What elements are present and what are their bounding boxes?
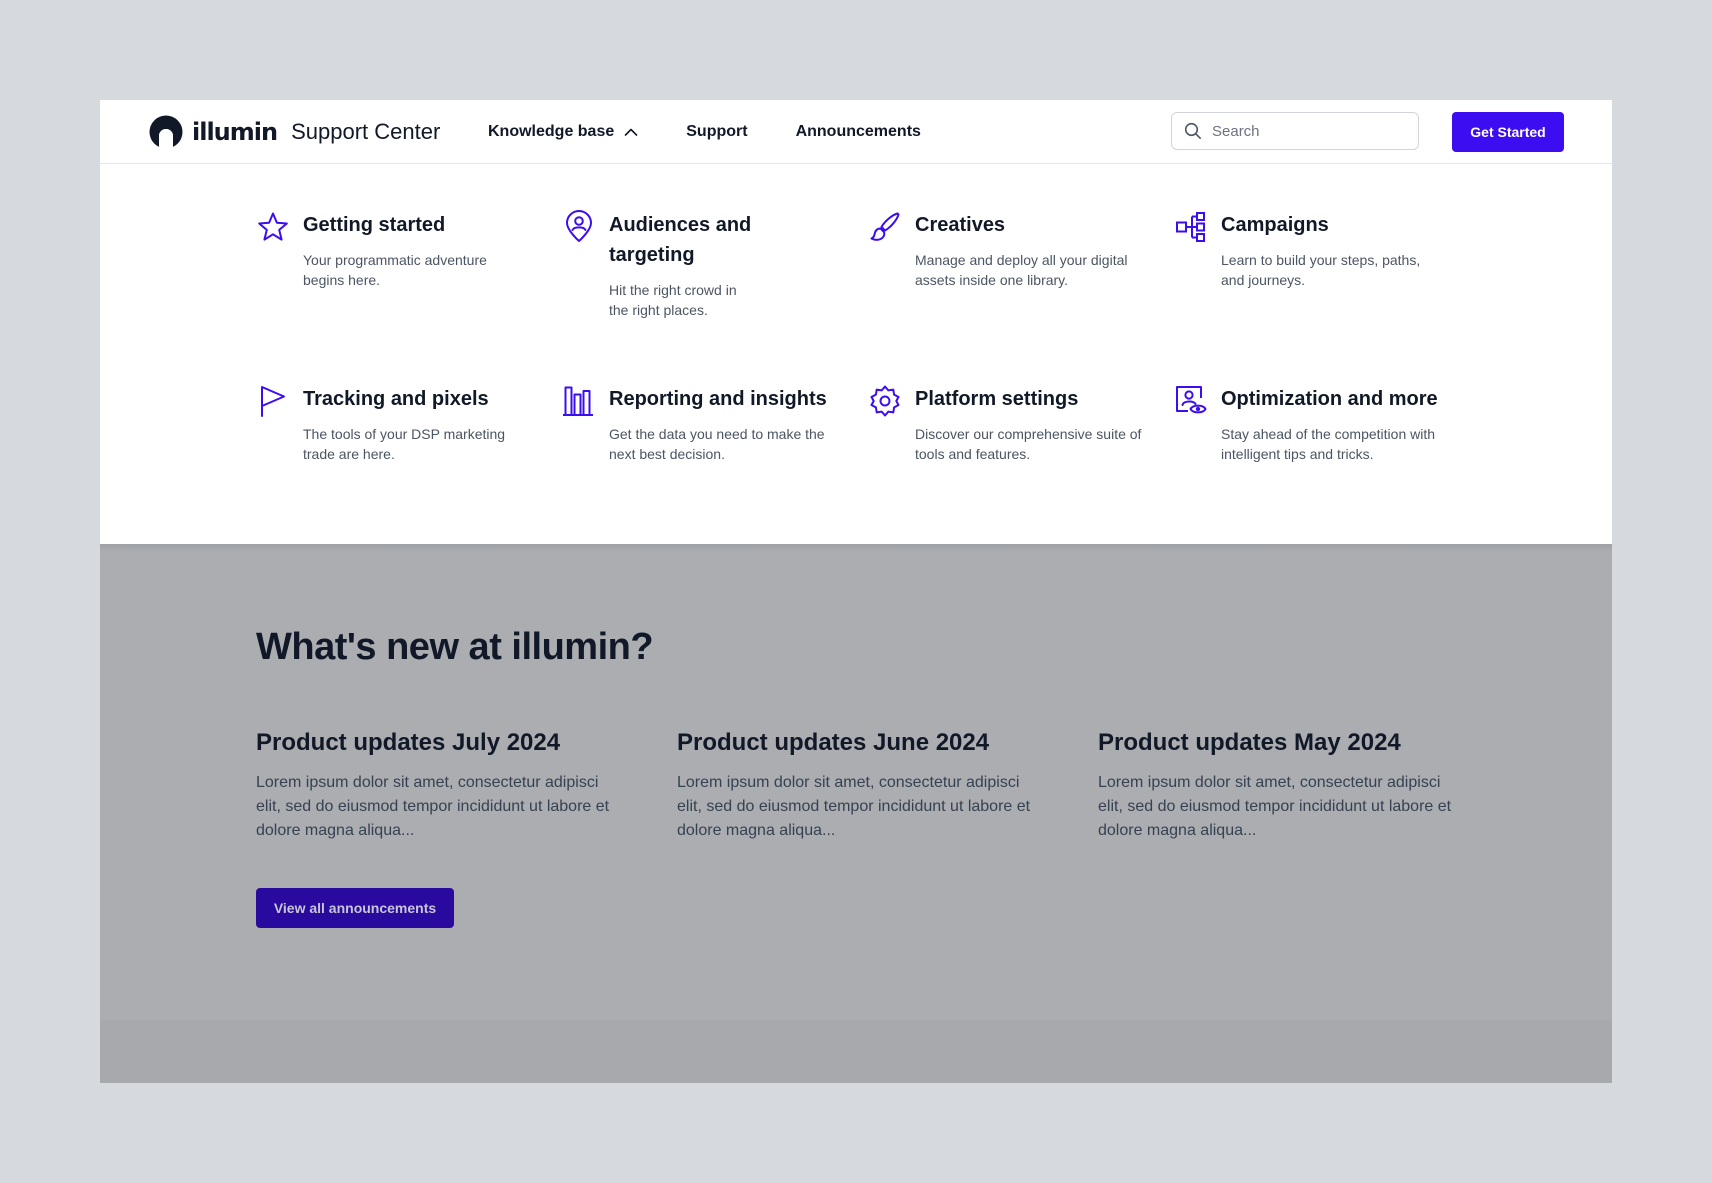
announcement-excerpt: Lorem ipsum dolor sit amet, consectetur … bbox=[677, 774, 1031, 839]
illumin-logo-icon bbox=[149, 115, 183, 150]
menu-item-platform-settings[interactable]: Platform settings Discover our comprehen… bbox=[868, 384, 1141, 484]
menu-item-title: Campaigns bbox=[1221, 214, 1329, 236]
nav-announcements-label: Announcements bbox=[795, 122, 921, 140]
nav-support[interactable]: Support bbox=[686, 123, 747, 141]
page-frame: illumin Support Center Knowledge base Su… bbox=[100, 100, 1612, 1083]
announcement-title: Product updates June 2024 bbox=[677, 729, 990, 756]
top-nav-bar: illumin Support Center Knowledge base Su… bbox=[100, 100, 1612, 164]
whats-new-heading: What's new at illumin? bbox=[256, 626, 654, 668]
flag-icon bbox=[261, 386, 285, 417]
logo-wordmark: illumin bbox=[192, 118, 278, 146]
search-icon bbox=[1184, 122, 1201, 139]
nav-knowledge-base[interactable]: Knowledge base bbox=[488, 123, 638, 141]
menu-item-reporting-insights[interactable]: Reporting and insights Get the data you … bbox=[562, 384, 832, 484]
menu-item-title: Audiences and targeting bbox=[609, 214, 752, 266]
flow-icon bbox=[1176, 212, 1205, 242]
announcement-excerpt: Lorem ipsum dolor sit amet, consectetur … bbox=[1098, 774, 1452, 839]
star-icon bbox=[258, 212, 288, 241]
location-user-icon bbox=[566, 210, 592, 242]
menu-item-description: Stay ahead of the competition with intel… bbox=[1221, 426, 1436, 462]
menu-item-title: Getting started bbox=[303, 214, 446, 236]
knowledge-base-dropdown: Getting started Your programmatic advent… bbox=[100, 164, 1612, 544]
announcement-card[interactable]: Product updates June 2024 Lorem ipsum do… bbox=[677, 729, 1047, 843]
menu-item-description: Your programmatic adventure begins here. bbox=[303, 252, 487, 288]
profile-view-icon bbox=[1176, 386, 1207, 414]
menu-item-title: Tracking and pixels bbox=[303, 388, 489, 410]
bar-chart-icon bbox=[563, 386, 593, 416]
dropdown-shadow bbox=[100, 544, 1612, 552]
chevron-up-icon bbox=[624, 128, 638, 136]
announcement-card[interactable]: Product updates July 2024 Lorem ipsum do… bbox=[256, 729, 626, 843]
menu-item-title: Reporting and insights bbox=[609, 388, 827, 410]
search-input[interactable] bbox=[1210, 121, 1404, 141]
search-box[interactable] bbox=[1171, 112, 1419, 150]
menu-item-description: Hit the right crowd in the right places. bbox=[609, 282, 737, 318]
menu-item-description: Manage and deploy all your digital asset… bbox=[915, 252, 1128, 288]
menu-item-creatives[interactable]: Creatives Manage and deploy all your dig… bbox=[868, 210, 1138, 330]
menu-item-title: Platform settings bbox=[915, 388, 1079, 410]
menu-item-getting-started[interactable]: Getting started Your programmatic advent… bbox=[256, 210, 526, 330]
menu-item-description: Learn to build your steps, paths, and jo… bbox=[1221, 252, 1421, 288]
menu-item-description: Get the data you need to make the next b… bbox=[609, 426, 825, 462]
view-all-announcements-button[interactable]: View all announcements bbox=[256, 888, 454, 928]
announcement-card[interactable]: Product updates May 2024 Lorem ipsum dol… bbox=[1098, 729, 1468, 843]
menu-item-tracking-pixels[interactable]: Tracking and pixels The tools of your DS… bbox=[256, 384, 526, 484]
menu-item-description: Discover our comprehensive suite of tool… bbox=[915, 426, 1142, 462]
nav-knowledge-base-label: Knowledge base bbox=[488, 122, 615, 140]
logo[interactable]: illumin Support Center bbox=[148, 113, 440, 151]
footer-strip bbox=[100, 1020, 1612, 1083]
menu-item-title: Creatives bbox=[915, 214, 1006, 236]
nav-announcements[interactable]: Announcements bbox=[796, 123, 921, 141]
menu-item-audiences-targeting[interactable]: Audiences and targeting Hit the right cr… bbox=[562, 210, 832, 330]
get-started-button[interactable]: Get Started bbox=[1452, 112, 1564, 152]
menu-item-description: The tools of your DSP marketing trade ar… bbox=[303, 426, 506, 462]
announcement-title: Product updates May 2024 bbox=[1098, 729, 1401, 756]
gear-icon bbox=[870, 385, 900, 417]
menu-item-title: Optimization and more bbox=[1221, 388, 1438, 410]
page-overlay[interactable]: What's new at illumin? Product updates J… bbox=[100, 544, 1612, 1083]
announcement-title: Product updates July 2024 bbox=[256, 729, 561, 756]
logo-subtitle: Support Center bbox=[291, 119, 441, 144]
announcement-excerpt: Lorem ipsum dolor sit amet, consectetur … bbox=[256, 774, 610, 839]
nav-support-label: Support bbox=[686, 122, 748, 140]
menu-item-optimization[interactable]: Optimization and more Stay ahead of the … bbox=[1174, 384, 1444, 484]
main-nav: Knowledge base Support Announcements bbox=[488, 100, 969, 163]
menu-item-campaigns[interactable]: Campaigns Learn to build your steps, pat… bbox=[1174, 210, 1444, 330]
brush-icon bbox=[870, 212, 900, 241]
